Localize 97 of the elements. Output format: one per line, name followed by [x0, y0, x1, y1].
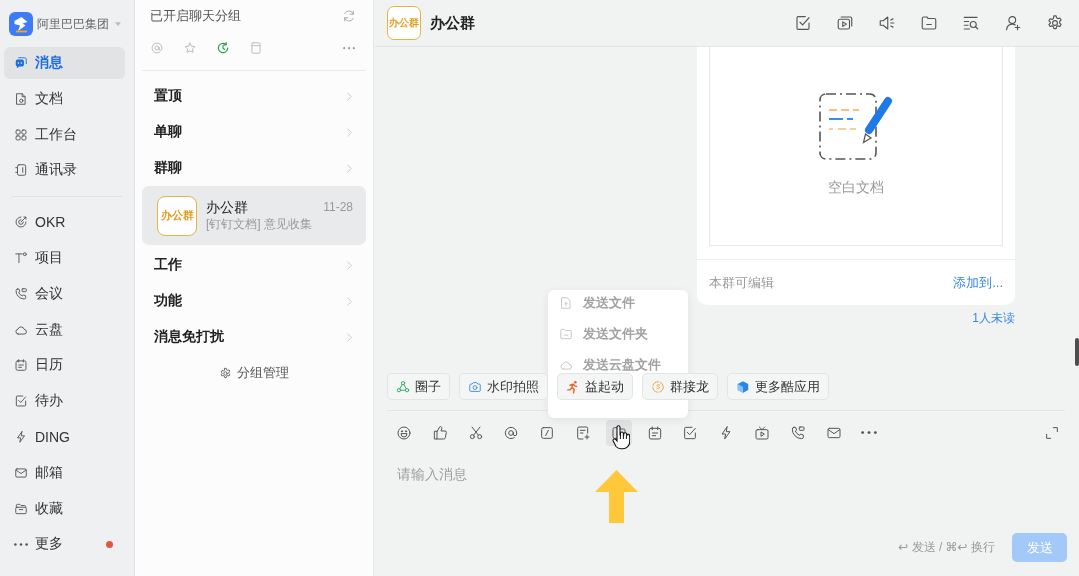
at-icon[interactable] [503, 425, 520, 441]
chat-title: 办公群 [430, 13, 475, 33]
doc-card[interactable]: 空白文档 本群可编辑 添加到... [697, 47, 1015, 305]
lightning-icon [14, 429, 28, 444]
group-row[interactable]: 功能 [142, 283, 366, 319]
group-avatar: 办公群 [157, 195, 197, 236]
app-chip[interactable]: 圈子 [387, 373, 450, 400]
sidebar-item[interactable]: DING [4, 420, 125, 453]
calendar-icon[interactable] [646, 425, 663, 441]
tv-icon[interactable] [753, 425, 770, 441]
folder-icon[interactable] [920, 14, 938, 32]
app-chip[interactable]: 益起动 [557, 373, 633, 400]
sidebar-item[interactable]: 邮箱 [4, 456, 125, 489]
runner-icon [566, 379, 580, 394]
contact-book-icon [14, 163, 28, 178]
search-list-icon[interactable] [962, 14, 980, 32]
hand-cursor-icon [612, 425, 630, 450]
message-input[interactable]: 请输入消息 [374, 446, 1079, 533]
add-user-icon[interactable] [1004, 14, 1022, 32]
doc-title: 空白文档 [828, 178, 884, 196]
app-chip[interactable]: 更多酷应用 [727, 373, 829, 400]
speaker-icon[interactable] [878, 14, 896, 32]
note-add-icon[interactable] [575, 425, 591, 441]
sidebar-item[interactable]: 更多 [4, 528, 125, 561]
checkbox-icon[interactable] [682, 425, 699, 441]
group-row[interactable]: 消息免打扰 [142, 319, 366, 355]
cloud-icon [559, 358, 573, 372]
tray-icon [14, 501, 28, 516]
chat-time: 11-28 [323, 199, 353, 216]
folder-icon [559, 327, 573, 341]
sidebar-item[interactable]: 云盘 [4, 313, 125, 346]
chevron-icon [344, 331, 355, 343]
group-manage-button[interactable]: 分组管理 [204, 355, 304, 391]
checkbox-icon [14, 394, 28, 409]
gear-icon[interactable] [1046, 14, 1064, 32]
group-row[interactable]: 工作 [142, 247, 366, 283]
grid-icon [14, 127, 28, 142]
sidebar-item[interactable]: 日历 [4, 349, 125, 382]
sidebar-item[interactable]: OKR [4, 206, 125, 239]
gear-icon [219, 366, 232, 380]
dots-icon[interactable] [343, 46, 355, 50]
caret-icon [114, 20, 122, 28]
app-chip[interactable]: 水印拍照 [459, 373, 548, 400]
star-icon[interactable] [183, 41, 197, 55]
up-arrow [595, 470, 638, 523]
chat-icon [14, 56, 28, 70]
target-icon [14, 215, 28, 230]
sidebar-item[interactable]: 待办 [4, 385, 125, 418]
group-row[interactable]: 单聊 [142, 114, 366, 150]
dots-icon [14, 542, 28, 546]
mail-icon[interactable] [825, 425, 842, 441]
phone-video-icon [14, 286, 28, 301]
expand-icon[interactable] [1044, 425, 1060, 441]
permission-text: 本群可编辑 [709, 273, 774, 292]
mail-icon [14, 465, 28, 480]
thumbs-up-icon[interactable] [431, 425, 448, 441]
calendar-icon [14, 358, 28, 373]
sidebar-item[interactable]: 文档 [4, 82, 125, 115]
sidebar-item[interactable]: 工作台 [4, 118, 125, 151]
chevron-icon [344, 295, 355, 307]
file-icon [559, 296, 573, 310]
app-chip[interactable]: 群接龙 [642, 373, 718, 400]
slash-box-icon[interactable] [539, 425, 556, 441]
dots-icon[interactable] [861, 431, 878, 435]
swirl-circle-icon [651, 379, 665, 394]
chat-item[interactable]: 办公群 办公群 11-28 [钉钉文档] 意见收集 [142, 186, 366, 245]
chevron-icon [344, 162, 355, 174]
three-circles-icon [396, 379, 410, 394]
sidebar-item[interactable]: 会议 [4, 277, 125, 310]
add-to-link[interactable]: 添加到... [953, 273, 1003, 292]
shortcut-hint: ↩ 发送 / ⌘↩ 换行 [898, 539, 995, 556]
document-pencil-icon [819, 93, 893, 160]
cube-icon [736, 379, 750, 394]
scrollbar-thumb[interactable] [1075, 338, 1079, 366]
chevron-icon [344, 126, 355, 138]
section-title: 已开启聊天分组 [150, 7, 241, 25]
scissors-icon[interactable] [467, 425, 484, 441]
chevron-icon [344, 90, 355, 102]
group-row[interactable]: 群聊 [142, 150, 366, 186]
checkbox-icon[interactable] [794, 14, 812, 32]
sidebar-item[interactable]: 消息 [4, 47, 125, 79]
app-logo [9, 12, 33, 36]
sidebar-item[interactable]: 项目 [4, 242, 125, 274]
tee-icon [14, 251, 28, 265]
message-preview: [钉钉文档] 意见收集 [206, 216, 313, 233]
group-row[interactable]: 置顶 [142, 78, 366, 114]
video-stack-icon[interactable] [836, 14, 854, 32]
chevron-icon [344, 259, 355, 271]
document-icon [14, 91, 28, 106]
sidebar-item[interactable]: 通讯录 [4, 154, 125, 187]
org-switcher[interactable]: 阿里巴巴集团 [37, 15, 125, 33]
emoji-icon[interactable] [396, 425, 412, 441]
phone-video-icon[interactable] [789, 425, 806, 441]
camera-icon [468, 379, 482, 394]
chat-name: 办公群 [206, 198, 248, 216]
clock-icon[interactable] [216, 41, 230, 55]
sidebar-item[interactable]: 收藏 [4, 492, 125, 525]
